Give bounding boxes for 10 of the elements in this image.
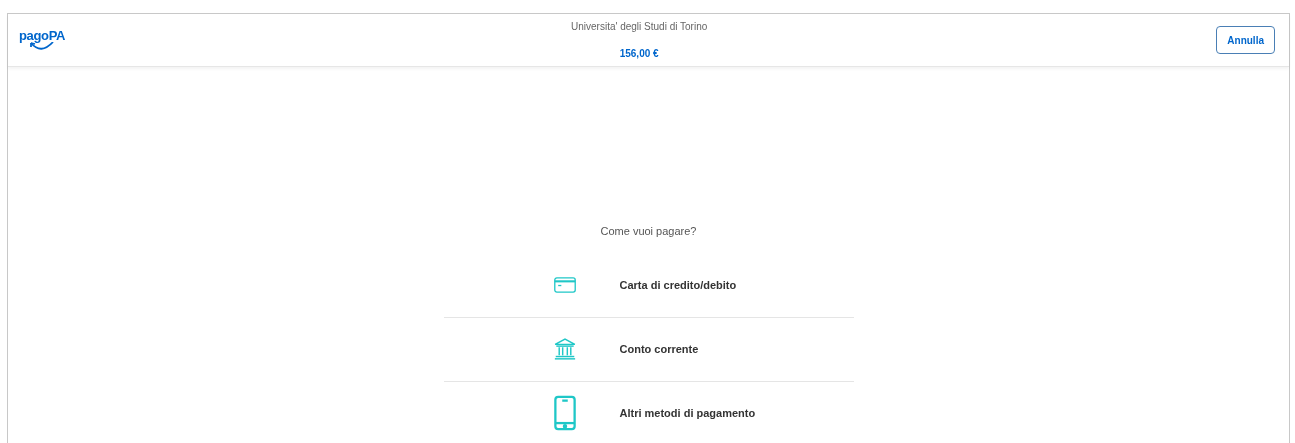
amount-text: 156,00 € (619, 47, 659, 61)
logo-text: pagoPA (18, 28, 66, 42)
payment-method-item[interactable]: Altri metodi di pagamento (443, 381, 854, 443)
payment-method-item[interactable]: Carta di credito/debito (443, 253, 854, 318)
payment-method-item[interactable]: Conto corrente (443, 317, 854, 382)
smartphone-icon (553, 394, 576, 432)
question-text: Come vuoi pagare? (600, 224, 697, 239)
curved-arrow-icon (29, 41, 55, 52)
cancel-button[interactable]: Annulla (1216, 26, 1275, 54)
payee-name: Universita' degli Studi di Torino (571, 20, 708, 34)
